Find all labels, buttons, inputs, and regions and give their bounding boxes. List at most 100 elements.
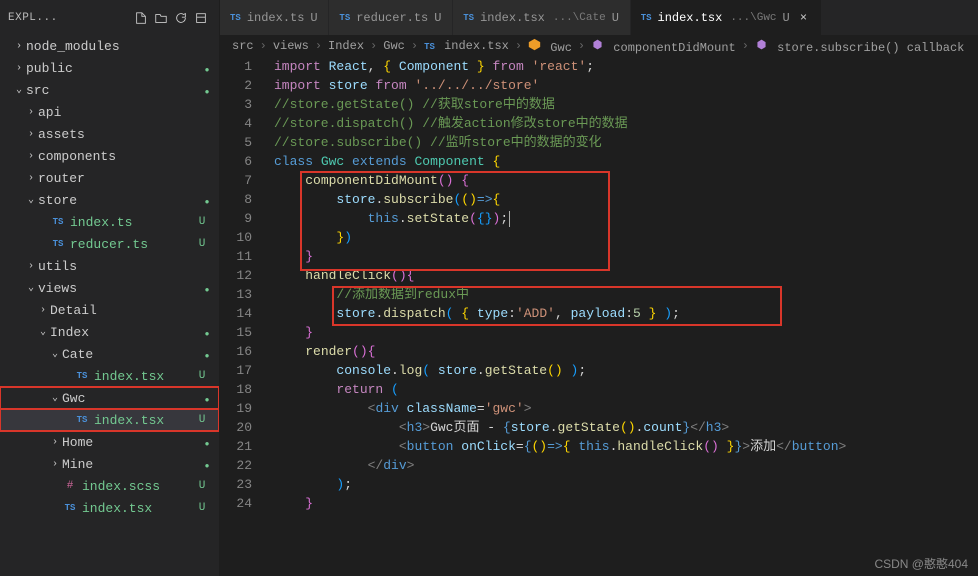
code-line[interactable]: } [270,323,978,342]
code-line[interactable]: render(){ [270,342,978,361]
file-item[interactable]: TSreducer.tsU [0,233,219,255]
modified-dot [203,281,211,296]
code-line[interactable]: <div className='gwc'> [270,399,978,418]
tab-bar: TSindex.tsUTSreducer.tsUTSindex.tsx...\C… [220,0,978,35]
folder-item[interactable]: ›public [0,57,219,79]
file-item[interactable]: TSindex.tsU [0,211,219,233]
folder-item[interactable]: ⌄Cate [0,343,219,365]
breadcrumb-item[interactable]: Gwc [383,39,405,53]
line-number: 17 [220,361,252,380]
breadcrumb-item[interactable]: src [232,39,254,53]
code-line[interactable]: this.setState({}); [270,209,978,228]
file-item[interactable]: # index.scssU [0,475,219,497]
breadcrumb-item[interactable]: views [273,39,309,53]
code-editor[interactable]: 123456789101112131415161718192021222324 … [220,57,978,576]
file-item[interactable]: TSindex.tsxU [0,409,219,431]
tab-status: U [612,11,620,25]
code-line[interactable]: import React, { Component } from 'react'… [270,57,978,76]
code-line[interactable]: <button onClick={()=>{ this.handleClick(… [270,437,978,456]
breadcrumb-item[interactable]: Gwc [528,38,572,55]
code-line[interactable]: //store.subscribe() //监听store中的数据的变化 [270,133,978,152]
chevron-icon: › [24,261,38,272]
code-line[interactable]: import store from '../../../store' [270,76,978,95]
item-label: index.tsx [82,501,193,516]
editor-tab[interactable]: TSindex.tsx...\CateU [453,0,630,35]
file-item[interactable]: TSindex.tsxU [0,497,219,519]
typescript-icon: TS [641,13,652,23]
item-label: index.scss [82,479,193,494]
code-line[interactable]: return ( [270,380,978,399]
folder-item[interactable]: ›Mine [0,453,219,475]
close-icon[interactable]: × [797,11,811,25]
item-label: store [38,193,203,208]
breadcrumb-item[interactable]: TS index.tsx [424,39,509,53]
explorer-header: EXPL... [0,0,219,35]
line-number: 16 [220,342,252,361]
new-file-icon[interactable] [131,8,151,28]
code-line[interactable]: handleClick(){ [270,266,978,285]
folder-item[interactable]: ⌄src [0,79,219,101]
folder-item[interactable]: ›node_modules [0,35,219,57]
folder-item[interactable]: ›router [0,167,219,189]
separator-icon: › [515,39,522,53]
item-label: router [38,171,211,186]
code-line[interactable]: ); [270,475,978,494]
code-line[interactable]: <h3>Gwc页面 - {store.getState().count}</h3… [270,418,978,437]
typescript-icon: TS [74,415,90,425]
breadcrumb-item[interactable]: store.subscribe() callback [755,38,964,55]
git-status: U [193,480,211,492]
breadcrumb-label: src [232,39,254,53]
code-line[interactable]: //store.getState() //获取store中的数据 [270,95,978,114]
code-line[interactable]: console.log( store.getState() ); [270,361,978,380]
code-line[interactable]: store.subscribe(()=>{ [270,190,978,209]
code-content[interactable]: import React, { Component } from 'react'… [270,57,978,576]
item-label: src [26,83,203,98]
typescript-icon: TS [230,13,241,23]
code-line[interactable]: componentDidMount() { [270,171,978,190]
tab-status: U [434,11,442,25]
modified-dot [203,193,211,208]
chevron-icon: › [24,129,38,140]
breadcrumb[interactable]: src› views› Index› Gwc›TS index.tsx› Gwc… [220,35,978,57]
chevron-icon: ⌄ [24,282,38,294]
refresh-icon[interactable] [171,8,191,28]
breadcrumb-item[interactable]: Index [328,39,364,53]
code-line[interactable]: store.dispatch( { type:'ADD', payload:5 … [270,304,978,323]
folder-item[interactable]: ›Home [0,431,219,453]
code-line[interactable]: class Gwc extends Component { [270,152,978,171]
code-line[interactable]: </div> [270,456,978,475]
chevron-icon: › [12,63,26,74]
folder-item[interactable]: ⌄views [0,277,219,299]
modified-dot [203,457,211,472]
scss-icon: # [62,480,78,492]
code-line[interactable]: //store.dispatch() //触发action修改store中的数据 [270,114,978,133]
folder-item[interactable]: ⌄Index [0,321,219,343]
folder-item[interactable]: ›components [0,145,219,167]
folder-item[interactable]: ›Detail [0,299,219,321]
line-number: 23 [220,475,252,494]
folder-item[interactable]: ⌄store [0,189,219,211]
folder-item[interactable]: ›utils [0,255,219,277]
folder-item[interactable]: ⌄Gwc [0,387,219,409]
collapse-icon[interactable] [191,8,211,28]
code-line[interactable]: } [270,494,978,513]
editor-tab[interactable]: TSindex.tsU [220,0,329,35]
modified-dot [203,435,211,450]
breadcrumb-label: componentDidMount [606,41,736,55]
code-line[interactable]: } [270,247,978,266]
new-folder-icon[interactable] [151,8,171,28]
file-item[interactable]: TSindex.tsxU [0,365,219,387]
line-number: 14 [220,304,252,323]
tab-label: index.tsx [480,11,545,25]
editor-tab[interactable]: TSindex.tsx...\GwcU× [631,0,822,35]
folder-item[interactable]: ›assets [0,123,219,145]
separator-icon: › [742,39,749,53]
breadcrumb-item[interactable]: componentDidMount [591,38,736,55]
file-tree[interactable]: ›node_modules›public⌄src›api›assets›comp… [0,35,219,576]
code-line[interactable]: }) [270,228,978,247]
line-number: 20 [220,418,252,437]
chevron-icon: ⌄ [24,194,38,206]
code-line[interactable]: //添加数据到redux中 [270,285,978,304]
folder-item[interactable]: ›api [0,101,219,123]
editor-tab[interactable]: TSreducer.tsU [329,0,453,35]
